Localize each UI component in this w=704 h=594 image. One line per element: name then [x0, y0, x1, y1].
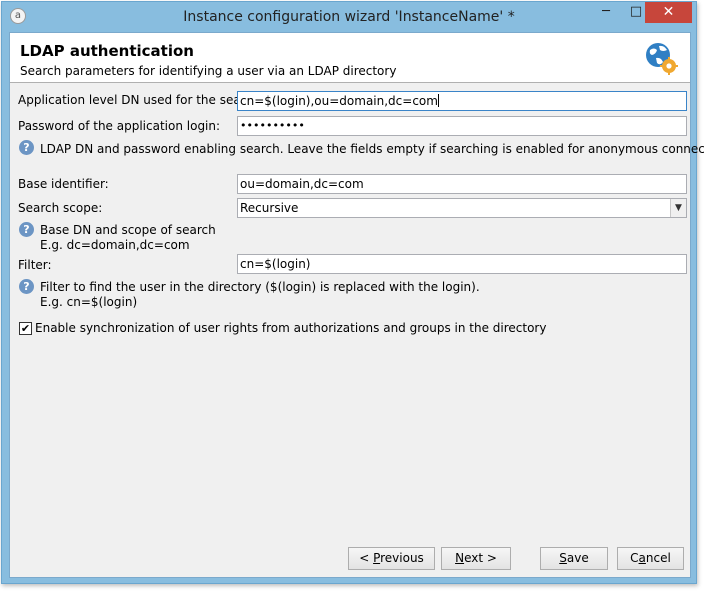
- next-label: ext >: [464, 551, 497, 565]
- filter-input[interactable]: cn=$(login): [237, 254, 687, 274]
- text-caret: [437, 94, 439, 107]
- help-text-scope: Base DN and scope of search: [40, 223, 216, 237]
- app-dn-value: cn=$(login),ou=domain,dc=com: [240, 94, 438, 108]
- password-input[interactable]: ••••••••••: [237, 116, 687, 136]
- base-identifier-label: Base identifier:: [18, 177, 109, 191]
- base-identifier-input[interactable]: ou=domain,dc=com: [237, 174, 687, 194]
- sync-checkbox[interactable]: ✔: [19, 322, 32, 335]
- cancel-mnemonic: a: [638, 551, 646, 565]
- app-dn-input[interactable]: cn=$(login),ou=domain,dc=com: [237, 91, 687, 111]
- previous-button[interactable]: < Previous: [348, 547, 435, 570]
- minimize-button[interactable]: ─: [594, 2, 618, 23]
- help-icon: ?: [19, 140, 34, 155]
- help-text-filter-example: E.g. cn=$(login): [40, 295, 138, 309]
- save-label: ave: [566, 551, 589, 565]
- password-label: Password of the application login:: [18, 119, 221, 133]
- help-text-scope-example: E.g. dc=domain,dc=com: [40, 238, 190, 252]
- wizard-client-area: LDAP authentication Search parameters fo…: [9, 32, 704, 578]
- globe-gear-icon: [646, 43, 678, 75]
- search-scope-value: Recursive: [240, 201, 299, 215]
- help-icon: ?: [19, 279, 34, 294]
- next-button[interactable]: Next >: [441, 547, 511, 570]
- previous-label: revious: [380, 551, 424, 565]
- next-mnemonic: N: [455, 551, 465, 565]
- sync-checkbox-label[interactable]: Enable synchronization of user rights fr…: [35, 321, 546, 335]
- help-icon: ?: [19, 222, 34, 237]
- cancel-button[interactable]: Cancel: [617, 547, 684, 570]
- help-text-filter: Filter to find the user in the directory…: [40, 280, 480, 294]
- save-button[interactable]: Save: [540, 547, 608, 570]
- chevron-down-icon[interactable]: ▼: [670, 199, 686, 217]
- help-text-credentials: LDAP DN and password enabling search. Le…: [40, 142, 704, 156]
- page-subtitle: Search parameters for identifying a user…: [20, 64, 397, 78]
- filter-label: Filter:: [18, 258, 52, 272]
- window-title: Instance configuration wizard 'InstanceN…: [183, 9, 515, 25]
- save-mnemonic: S: [559, 551, 567, 565]
- search-scope-label: Search scope:: [18, 201, 103, 215]
- page-title: LDAP authentication: [20, 42, 194, 60]
- close-button[interactable]: ✕: [645, 2, 692, 23]
- wizard-window: a Instance configuration wizard 'Instanc…: [1, 1, 704, 584]
- wizard-header: LDAP authentication Search parameters fo…: [10, 33, 690, 83]
- previous-prefix: <: [359, 551, 374, 565]
- title-bar[interactable]: a Instance configuration wizard 'Instanc…: [2, 2, 696, 32]
- cancel-label: ncel: [645, 551, 671, 565]
- app-dn-label: Application level DN used for the search…: [18, 93, 264, 107]
- cancel-prefix: C: [630, 551, 639, 565]
- search-scope-select[interactable]: Recursive ▼: [237, 198, 687, 218]
